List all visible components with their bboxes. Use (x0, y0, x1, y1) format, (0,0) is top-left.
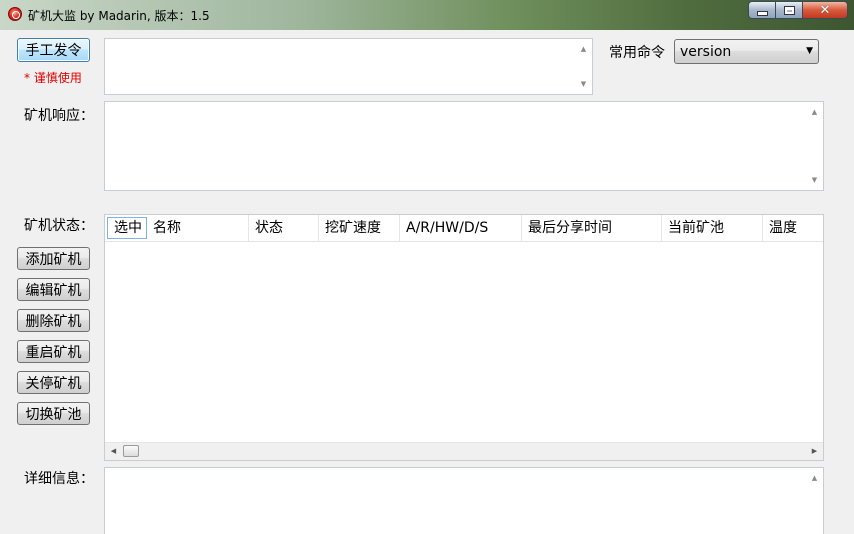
column-header-status[interactable]: 状态 (249, 215, 319, 241)
miner-status-table[interactable]: 选中 名称 状态 挖矿速度 A/R/HW/D/S 最后分享时间 当前矿池 温度 … (104, 214, 824, 461)
scroll-up-icon[interactable]: ▲ (806, 472, 823, 484)
maximize-button[interactable] (775, 1, 802, 19)
status-label: 矿机状态： (24, 218, 94, 234)
restart-miner-button[interactable]: 重启矿机 (17, 340, 90, 363)
details-textarea[interactable]: ▲ (104, 467, 824, 534)
details-label: 详细信息： (24, 471, 94, 487)
scroll-down-icon[interactable]: ▼ (575, 78, 592, 90)
response-scrollbar[interactable]: ▲ ▼ (806, 102, 823, 190)
common-command-label: 常用命令 (609, 45, 665, 61)
stop-miner-button[interactable]: 关停矿机 (17, 371, 90, 394)
column-header-last-share-time[interactable]: 最后分享时间 (522, 215, 662, 241)
response-label: 矿机响应： (24, 108, 94, 124)
column-header-temperature[interactable]: 温度 (763, 215, 823, 241)
scrollbar-thumb[interactable] (123, 445, 139, 457)
chevron-down-icon: ▼ (806, 46, 813, 56)
minimize-button[interactable] (748, 1, 775, 19)
scroll-down-icon[interactable]: ▼ (806, 174, 823, 186)
common-command-value: version (680, 44, 732, 60)
title-bar[interactable]: 矿机大监 by Madarin, 版本：1.5 ✕ (0, 0, 854, 30)
app-icon[interactable] (8, 7, 22, 21)
column-header-selected[interactable]: 选中 (107, 217, 147, 239)
maximize-icon (783, 5, 795, 15)
column-header-name[interactable]: 名称 (147, 215, 249, 241)
window-title: 矿机大监 by Madarin, 版本：1.5 (28, 9, 210, 23)
window-controls: ✕ (748, 1, 848, 20)
column-header-current-pool[interactable]: 当前矿池 (662, 215, 763, 241)
scroll-left-icon[interactable]: ◀ (105, 443, 122, 460)
command-input[interactable]: ▲ ▼ (104, 38, 593, 95)
manual-command-button[interactable]: 手工发令 (17, 38, 90, 62)
command-input-scrollbar[interactable]: ▲ ▼ (575, 39, 592, 94)
response-textarea[interactable]: ▲ ▼ (104, 101, 824, 191)
common-command-select[interactable]: version ▼ (674, 39, 819, 64)
edit-miner-button[interactable]: 编辑矿机 (17, 278, 90, 301)
column-header-hashrate[interactable]: 挖矿速度 (319, 215, 400, 241)
scroll-up-icon[interactable]: ▲ (806, 106, 823, 118)
close-icon: ✕ (819, 2, 831, 18)
scroll-right-icon[interactable]: ▶ (806, 443, 823, 460)
column-header-ar-hw-d-s[interactable]: A/R/HW/D/S (400, 215, 522, 241)
add-miner-button[interactable]: 添加矿机 (17, 247, 90, 270)
delete-miner-button[interactable]: 删除矿机 (17, 309, 90, 332)
table-horizontal-scrollbar[interactable]: ◀ ▶ (105, 442, 823, 460)
minimize-icon (756, 10, 768, 16)
switch-pool-button[interactable]: 切换矿池 (17, 402, 90, 425)
details-scrollbar[interactable]: ▲ (806, 468, 823, 534)
scroll-up-icon[interactable]: ▲ (575, 43, 592, 55)
table-header: 选中 名称 状态 挖矿速度 A/R/HW/D/S 最后分享时间 当前矿池 温度 (105, 215, 823, 242)
caution-note: * 谨慎使用 (24, 71, 82, 85)
close-button[interactable]: ✕ (802, 1, 848, 19)
